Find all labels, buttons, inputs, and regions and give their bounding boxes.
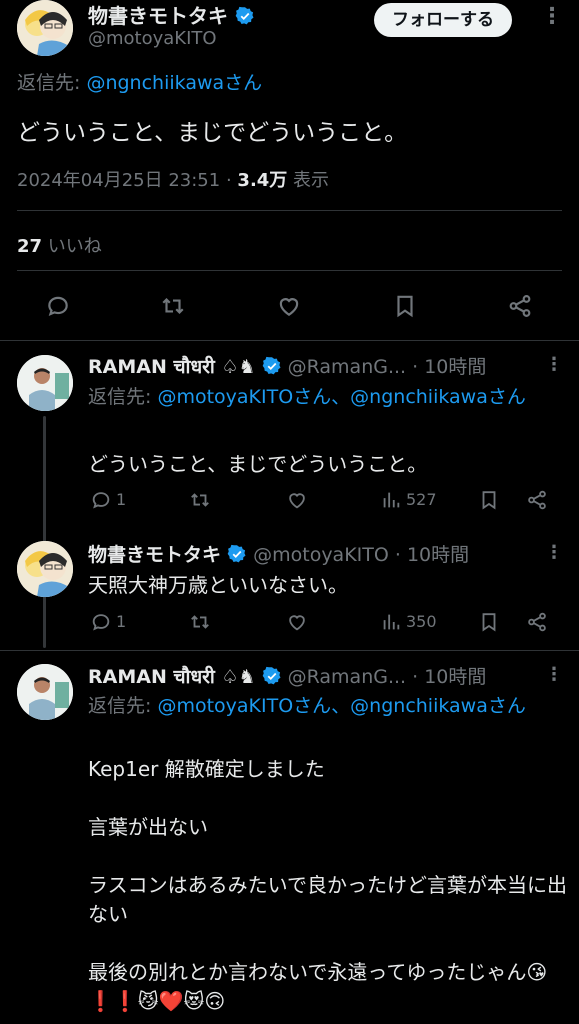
author-avatar[interactable] (17, 0, 73, 56)
reply-text-line: 言葉が出ない (88, 815, 208, 839)
reply-text-line: 最後の別れとか言わないで永遠ってゆったじゃん😘❗❗😼❤️😻🙃 (88, 958, 568, 1016)
reply-count: 1 (116, 612, 127, 631)
divider (0, 340, 579, 341)
reply-time[interactable]: · 10時間 (412, 356, 486, 378)
views-count: 3.4万 (237, 170, 288, 191)
bookmark-icon[interactable] (392, 293, 418, 323)
reply-time[interactable]: · 10時間 (395, 544, 469, 566)
thread-line (43, 416, 46, 648)
reply-avatar[interactable] (17, 664, 73, 720)
reply-icon[interactable] (90, 489, 112, 515)
reply-target-link[interactable]: @ngnchiikawaさん (86, 72, 262, 94)
follow-button[interactable]: フォローする (374, 3, 512, 37)
share-icon[interactable] (526, 611, 548, 637)
bookmark-icon[interactable] (478, 489, 500, 515)
reply-handle[interactable]: @RamanG... (288, 666, 406, 688)
more-options-icon[interactable]: ⋮ (541, 4, 564, 29)
like-heart-icon[interactable] (276, 293, 302, 323)
verified-badge-icon (235, 6, 255, 26)
retweet-icon[interactable] (189, 611, 211, 637)
reply-count: 1 (116, 490, 127, 509)
retweet-icon[interactable] (189, 489, 211, 515)
reply-text: 天照大神万歳といいなさい。 (88, 573, 348, 597)
reply-icon[interactable] (45, 293, 71, 323)
reply-handle[interactable]: @motoyaKITO (253, 544, 389, 566)
like-heart-icon[interactable] (286, 611, 308, 637)
likes-count: 27 (17, 236, 43, 257)
views-count: 350 (406, 612, 437, 631)
reply-header: 物書きモトタキ @motoyaKITO · 10時間 (88, 540, 469, 567)
reply-targets-link[interactable]: @motoyaKITOさん、@ngnchiikawaさん (157, 386, 525, 408)
reply-header: RAMAN चौधरी ♤♞ @RamanG... · 10時間 (88, 352, 486, 379)
reply-avatar[interactable] (17, 541, 73, 597)
author-handle[interactable]: @motoyaKITO (88, 28, 217, 49)
likes-label: いいね (47, 236, 102, 257)
reply-prefix: 返信先: (88, 695, 158, 717)
reply-text-line: ラスコンはあるみたいで良かったけど言葉が本当に出ない (88, 873, 567, 926)
verified-badge-icon (262, 356, 282, 376)
tweet-meta: 2024年04月25日 23:51 · 3.4万 表示 (17, 166, 329, 192)
tweet-text: どういうこと、まじでどういうこと。 (17, 120, 408, 146)
views-chart-icon[interactable] (380, 489, 402, 515)
reply-prefix: 返信先: (88, 386, 158, 408)
reply-author-name[interactable]: 物書きモトタキ (88, 544, 221, 566)
divider (17, 210, 562, 211)
like-heart-icon[interactable] (286, 489, 308, 515)
divider (0, 650, 579, 651)
share-icon[interactable] (507, 293, 533, 323)
reply-author-name[interactable]: RAMAN चौधरी ♤♞ (88, 666, 256, 688)
bookmark-icon[interactable] (478, 611, 500, 637)
tweet-timestamp[interactable]: 2024年04月25日 23:51 (17, 170, 220, 191)
share-icon[interactable] (526, 489, 548, 515)
reply-avatar[interactable] (17, 355, 73, 411)
reply-icon[interactable] (90, 611, 112, 637)
reply-more-icon[interactable]: ⋮ (545, 664, 564, 685)
reply-text-line: Kep1er 解散確定しました (88, 757, 325, 781)
meta-separator: · (225, 170, 232, 191)
reply-body: Kep1er 解散確定しました 言葉が出ない ラスコンはあるみたいで良かったけど… (88, 755, 568, 1016)
reply-context: 返信先: @ngnchiikawaさん (17, 68, 262, 95)
reply-targets-link[interactable]: @motoyaKITOさん、@ngnchiikawaさん (157, 695, 525, 717)
divider (17, 270, 562, 271)
reply-more-icon[interactable]: ⋮ (545, 354, 564, 375)
views-label: 表示 (293, 170, 330, 191)
author-name[interactable]: 物書きモトタキ (88, 4, 228, 28)
views-count: 527 (406, 490, 437, 509)
likes-stat[interactable]: 27 いいね (17, 232, 102, 258)
reply-time[interactable]: · 10時間 (412, 666, 486, 688)
verified-badge-icon (262, 666, 282, 686)
reply-text: どういうこと、まじでどういうこと。 (88, 452, 428, 476)
reply-prefix: 返信先: (17, 72, 87, 94)
reply-context: 返信先: @motoyaKITOさん、@ngnchiikawaさん (88, 692, 568, 720)
reply-more-icon[interactable]: ⋮ (545, 542, 564, 563)
author-name-row[interactable]: 物書きモトタキ (88, 0, 255, 29)
reply-text-final: 最後の別れとか言わないで永遠ってゆったじゃん (88, 960, 527, 984)
reply-context: 返信先: @motoyaKITOさん、@ngnchiikawaさん (88, 383, 568, 411)
reply-header: RAMAN चौधरी ♤♞ @RamanG... · 10時間 (88, 662, 486, 689)
reply-author-name[interactable]: RAMAN चौधरी ♤♞ (88, 356, 256, 378)
reply-handle[interactable]: @RamanG... (288, 356, 406, 378)
verified-badge-icon (227, 544, 247, 564)
retweet-icon[interactable] (160, 293, 186, 323)
views-chart-icon[interactable] (380, 611, 402, 637)
